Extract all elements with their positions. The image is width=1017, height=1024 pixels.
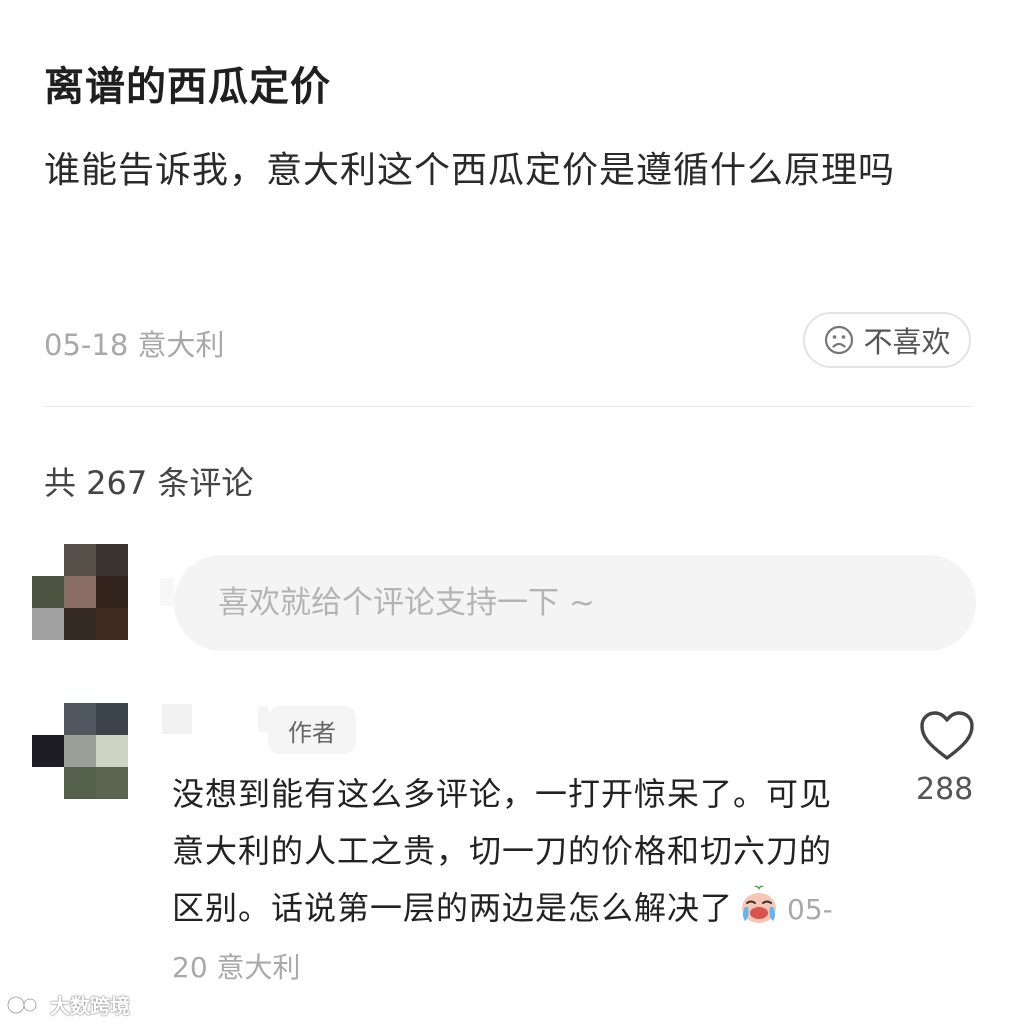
commenter-name[interactable] [162,704,192,734]
comment-count: 共 267 条评论 [44,464,254,502]
author-badge: 作者 [268,706,356,754]
commenter-name-blur [258,706,268,732]
brand-logo-icon [6,995,38,1014]
avatar[interactable] [32,544,128,640]
dislike-label: 不喜欢 [863,325,951,359]
crying-face-emoji-icon [742,885,777,923]
post-meta: 05-18 意大利 [44,328,225,362]
post-title: 离谱的西瓜定价 [44,64,331,110]
input-decoration [160,578,174,606]
heart-outline-icon[interactable] [918,710,976,762]
commenter-avatar[interactable] [32,703,128,799]
comment-input[interactable] [174,555,976,651]
frown-face-icon [825,325,854,355]
watermark-text: 大数跨境 [50,994,130,1018]
dislike-button[interactable]: 不喜欢 [803,312,971,368]
post-body: 谁能告诉我，意大利这个西瓜定价是遵循什么原理吗 [44,150,896,191]
comment-text: 没想到能有这么多评论，一打开惊呆了。可见意大利的人工之贵，切一刀的价格和切六刀的… [172,775,833,927]
comment-body[interactable]: 没想到能有这么多评论，一打开惊呆了。可见意大利的人工之贵，切一刀的价格和切六刀的… [172,766,862,996]
like-count: 288 [916,772,974,807]
watermark: 大数跨境 [6,990,130,1019]
divider [44,406,973,407]
